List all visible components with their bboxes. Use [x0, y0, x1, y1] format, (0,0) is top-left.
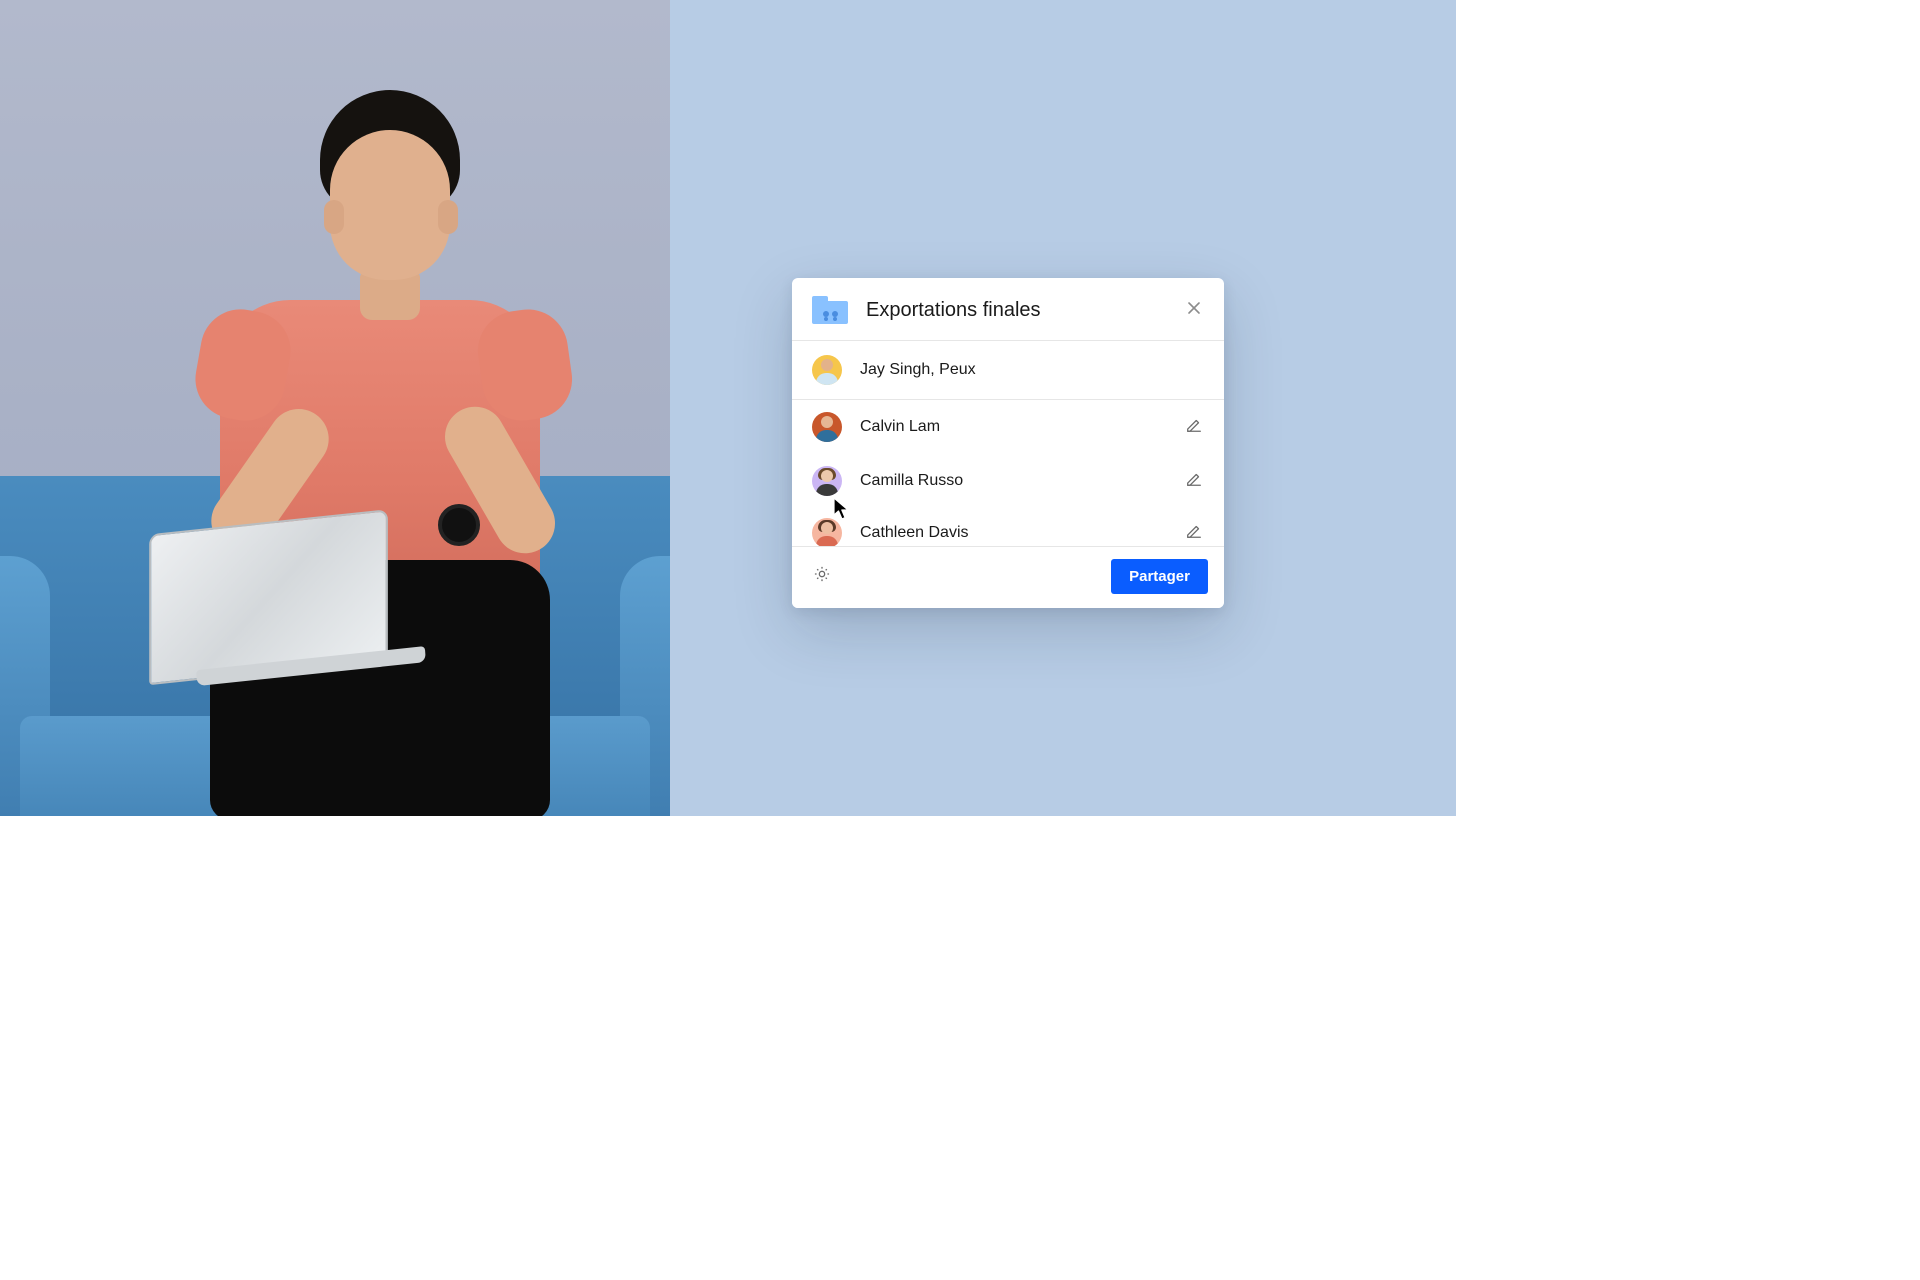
person-name: Calvin Lam: [860, 418, 1184, 436]
dialog-header: Exportations finales: [792, 278, 1224, 340]
shared-folder-icon: [812, 296, 848, 324]
suggestion-row[interactable]: Camilla Russo: [792, 454, 1224, 508]
suggestion-row[interactable]: Calvin Lam: [792, 400, 1224, 454]
person-name: Cathleen Davis: [860, 524, 1184, 542]
recipient-input[interactable]: [860, 361, 1204, 379]
avatar: [812, 412, 842, 442]
share-button[interactable]: Partager: [1111, 559, 1208, 594]
settings-button[interactable]: [810, 565, 834, 589]
suggestion-row[interactable]: Cathleen Davis: [792, 508, 1224, 546]
edit-permission-button[interactable]: [1184, 471, 1204, 491]
recipient-input-row: [792, 341, 1224, 399]
dialog-title: Exportations finales: [866, 299, 1184, 322]
edit-permission-button[interactable]: [1184, 417, 1204, 437]
avatar: [812, 518, 842, 546]
avatar: [812, 355, 842, 385]
person-illustration: [180, 90, 540, 750]
pencil-icon: [1185, 416, 1203, 439]
avatar: [812, 466, 842, 496]
ui-panel: Exportations finales Cal: [670, 0, 1456, 816]
pencil-icon: [1185, 522, 1203, 545]
gear-icon: [812, 564, 832, 589]
share-dialog: Exportations finales Cal: [792, 278, 1224, 608]
edit-permission-button[interactable]: [1184, 523, 1204, 543]
close-button[interactable]: [1184, 300, 1204, 320]
close-icon: [1186, 300, 1202, 321]
person-name: Camilla Russo: [860, 472, 1184, 490]
pencil-icon: [1185, 470, 1203, 493]
dialog-footer: Partager: [792, 546, 1224, 608]
people-suggestions: Calvin Lam Camilla Russo: [792, 400, 1224, 546]
photo-panel: [0, 0, 670, 816]
